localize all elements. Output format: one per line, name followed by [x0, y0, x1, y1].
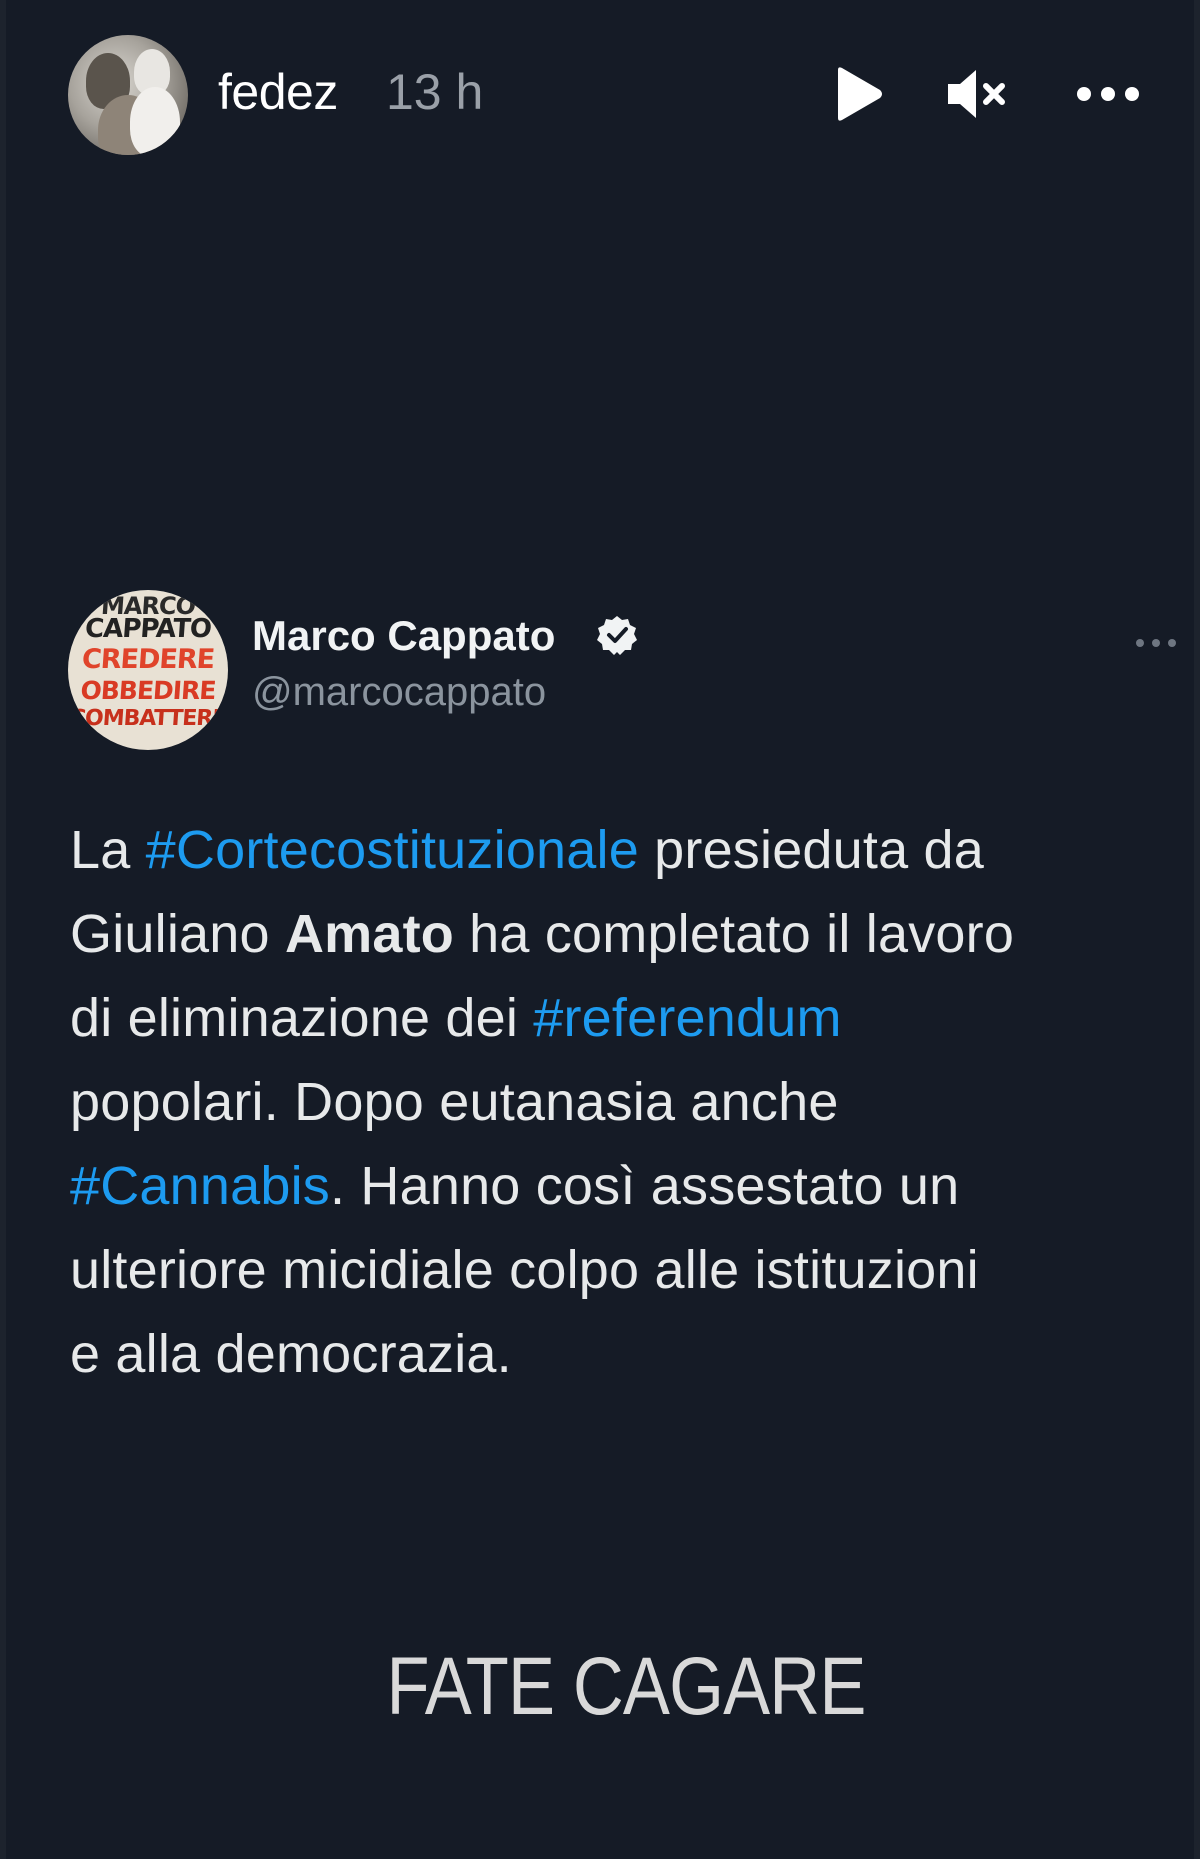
tweet-text: La #Cortecostituzionale presieduta da Giu… [70, 808, 1190, 1396]
text-segment: di eliminazione dei [70, 988, 534, 1048]
tweet-author-name[interactable]: Marco Cappato [252, 612, 555, 660]
hashtag-link[interactable]: #referendum [533, 988, 841, 1048]
tweet-card[interactable]: MARCO CAPPATO CREDERE OBBEDIRE COMBATTER… [6, 580, 1194, 1400]
text-segment: presieduta da [638, 820, 984, 880]
tweet-more-icon[interactable] [1134, 636, 1178, 650]
hashtag-link[interactable]: #Cortecostituzionale [146, 820, 639, 880]
tweet-author-avatar[interactable]: MARCO CAPPATO CREDERE OBBEDIRE COMBATTER… [68, 590, 228, 750]
text-segment: La [70, 820, 146, 880]
text-segment: ha completato il lavoro [453, 904, 1015, 964]
tweet-text-line: La #Cortecostituzionale presieduta da [70, 808, 1190, 892]
story-timestamp: 13 h [386, 64, 484, 120]
tweet-text-line: ulteriore micidiale colpo alle istituzio… [70, 1228, 1190, 1312]
text-segment: e alla democrazia. [70, 1324, 512, 1384]
more-horizontal-icon[interactable] [1076, 82, 1140, 106]
text-segment: Giuliano [70, 904, 285, 964]
hashtag-link[interactable]: #Cannabis [70, 1156, 330, 1216]
story-username[interactable]: fedez [218, 63, 338, 121]
play-icon[interactable] [828, 64, 888, 124]
avatar-poster-text: COMBATTERE [68, 706, 228, 731]
text-segment: popolari. Dopo eutanasia anche [70, 1072, 839, 1132]
story-caption: FATE CAGARE [386, 1641, 866, 1732]
avatar-poster-text: CAPPATO [84, 614, 212, 644]
tweet-text-line: Giuliano Amato ha completato il lavoro [70, 892, 1190, 976]
instagram-story[interactable]: fedez 13 h MARCO CAPPATO CREDERE OBBEDIR… [0, 0, 1200, 1859]
tweet-text-line: e alla democrazia. [70, 1312, 1190, 1396]
tweet-author-handle[interactable]: @marcocappato [252, 670, 546, 715]
verified-badge-icon [597, 616, 637, 655]
text-segment: . Hanno così assestato un [330, 1156, 960, 1216]
avatar-poster-text: OBBEDIRE [79, 676, 217, 705]
tweet-text-line: popolari. Dopo eutanasia anche [70, 1060, 1190, 1144]
tweet-text-line: di eliminazione dei #referendum [70, 976, 1190, 1060]
tweet-text-line: #Cannabis. Hanno così assestato un [70, 1144, 1190, 1228]
story-header: fedez 13 h [6, 0, 1194, 190]
story-avatar[interactable] [68, 35, 188, 155]
avatar-poster-text: CREDERE [80, 644, 216, 675]
text-segment: ulteriore micidiale colpo alle istituzio… [70, 1240, 979, 1300]
bold-text: Amato [284, 904, 454, 964]
volume-muted-icon[interactable] [944, 64, 1008, 124]
